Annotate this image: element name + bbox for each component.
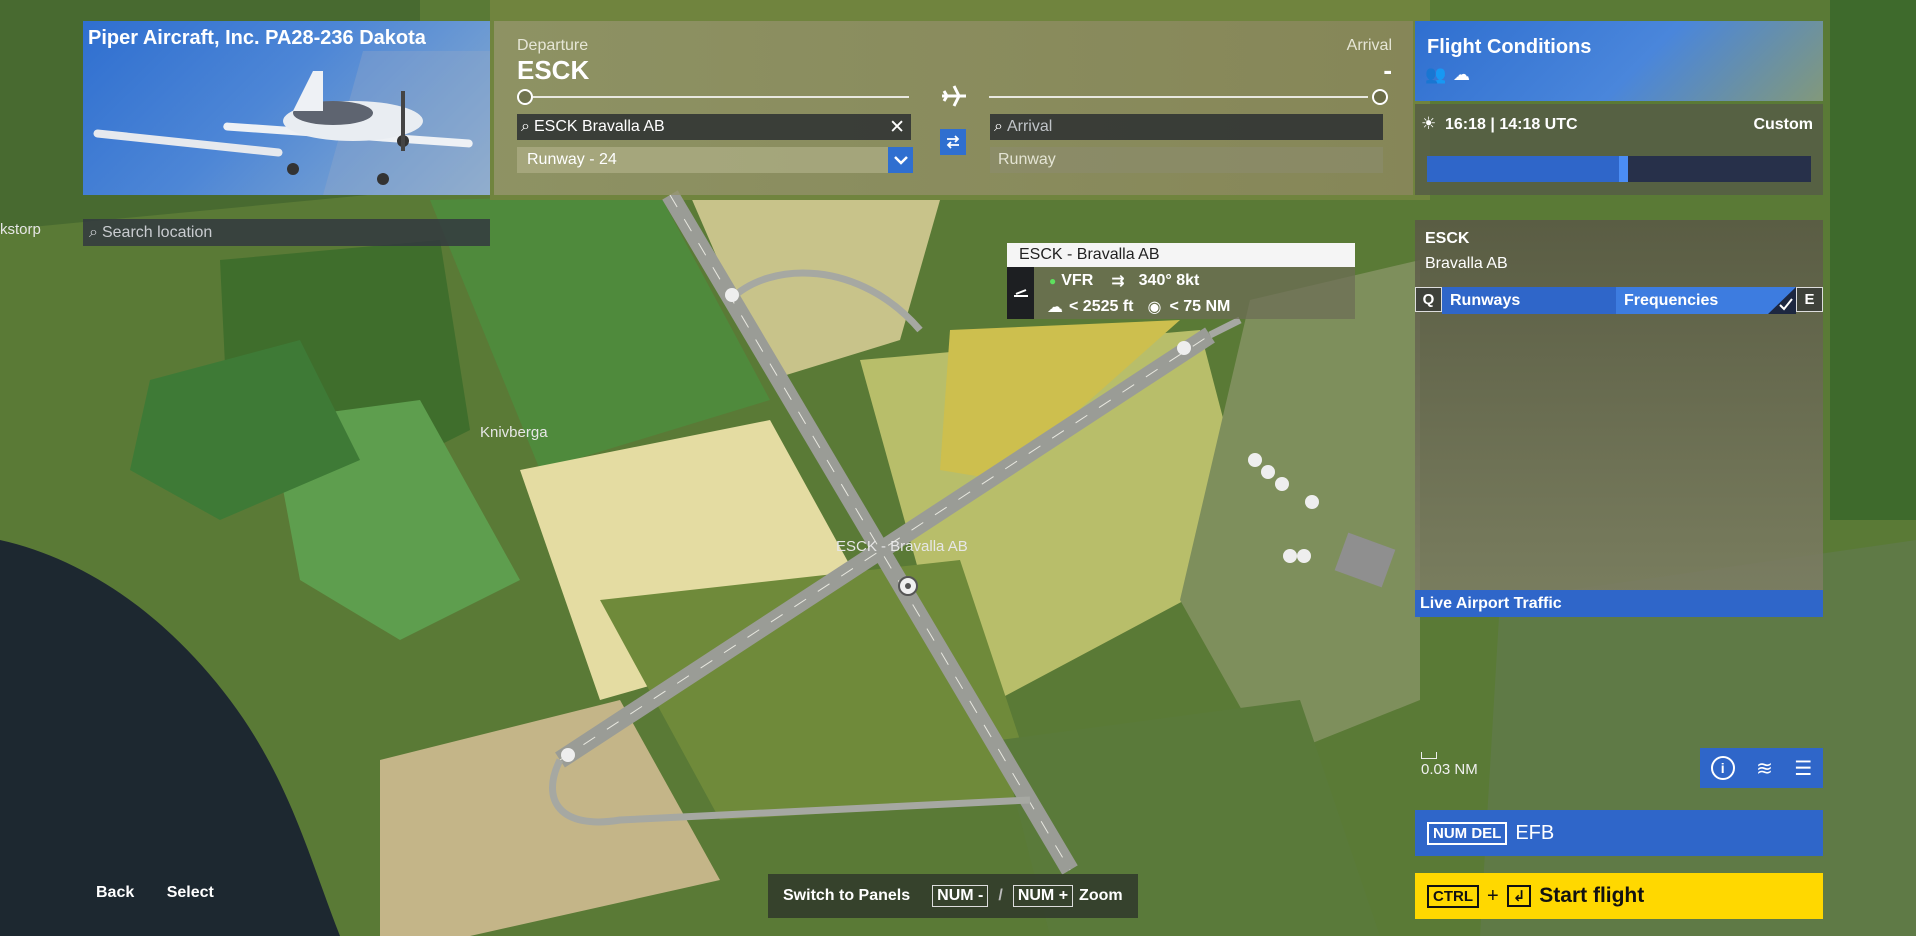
airport-info-panel: ESCK Bravalla AB Q Runways Frequencies E… bbox=[1415, 220, 1823, 617]
time-of-day-fill bbox=[1427, 156, 1619, 182]
flight-conditions-header[interactable]: Flight Conditions 👥 ☁ bbox=[1415, 21, 1823, 101]
tab-frequencies[interactable]: Frequencies bbox=[1616, 287, 1796, 314]
utc-time: 14:18 UTC bbox=[1499, 116, 1578, 133]
aircraft-title: Piper Aircraft, Inc. PA28-236 Dakota bbox=[88, 27, 426, 49]
start-flight-label: Start flight bbox=[1539, 884, 1645, 907]
airport-code: ESCK bbox=[1425, 230, 1470, 247]
num-plus-key[interactable]: NUM + bbox=[1012, 885, 1074, 907]
tab-runways-label: Runways bbox=[1450, 291, 1521, 309]
time-of-day-thumb[interactable] bbox=[1619, 156, 1628, 182]
time-readout: 16:18 | 14:18 UTC bbox=[1445, 116, 1578, 134]
departure-runway-value: Runway - 24 bbox=[527, 151, 617, 168]
flight-rules: VFR bbox=[1061, 272, 1094, 289]
cloud-icon: ☁ bbox=[1453, 65, 1470, 84]
enter-key-icon: ↲ bbox=[1506, 885, 1532, 907]
arrival-runway-placeholder: Runway bbox=[998, 151, 1056, 168]
search-location-placeholder: Search location bbox=[101, 223, 213, 241]
cloud-icon: ☁ bbox=[1047, 299, 1063, 316]
departure-runway-select[interactable]: Runway - 24 bbox=[517, 147, 888, 173]
wind-icon: ⇉ bbox=[1111, 273, 1125, 290]
efb-button[interactable]: NUM DEL EFB bbox=[1415, 810, 1823, 856]
place-label-kstorp: kstorp bbox=[0, 221, 41, 238]
wind-value: 340° 8kt bbox=[1138, 272, 1200, 289]
start-flight-button[interactable]: CTRL + ↲ Start flight bbox=[1415, 873, 1823, 919]
route-panel: Departure ESCK Arrival - ⌕ ESCK Bravalla… bbox=[494, 21, 1413, 195]
tooltip-title: ESCK - Bravalla AB bbox=[1007, 243, 1355, 267]
select-button[interactable]: Select bbox=[167, 884, 214, 901]
time-separator: | bbox=[1490, 116, 1495, 133]
tab-frequencies-label: Frequencies bbox=[1624, 291, 1719, 309]
sun-icon: ☀ bbox=[1421, 114, 1437, 133]
arrival-label: Arrival bbox=[1346, 37, 1392, 54]
arrival-search-field[interactable]: ⌕ Arrival bbox=[990, 114, 1383, 140]
info-icon[interactable]: i bbox=[1710, 756, 1735, 780]
chevron-down-icon[interactable] bbox=[888, 147, 913, 173]
swap-icon bbox=[946, 135, 960, 149]
airport-tooltip[interactable]: ESCK - Bravalla AB ● VFR ⇉ 340° 8kt ☁ < … bbox=[1007, 243, 1355, 319]
tab-prev-key[interactable]: Q bbox=[1415, 287, 1442, 312]
checkmark-icon bbox=[1768, 287, 1796, 314]
layers-icon[interactable]: ≋ bbox=[1756, 756, 1773, 781]
arrival-placeholder: Arrival bbox=[1006, 118, 1053, 135]
local-time: 16:18 bbox=[1445, 116, 1486, 133]
clear-icon[interactable]: ✕ bbox=[889, 116, 905, 139]
map-scale-label: 0.03 NM bbox=[1421, 761, 1478, 778]
airport-name: Bravalla AB bbox=[1425, 255, 1508, 272]
weather-preset[interactable]: Custom bbox=[1753, 116, 1813, 134]
search-icon: ⌕ bbox=[89, 223, 98, 241]
airport-tabs: Q Runways Frequencies E bbox=[1415, 287, 1823, 314]
switch-panels-button[interactable]: Switch to Panels bbox=[783, 887, 910, 905]
vfr-dot-icon: ● bbox=[1049, 274, 1057, 288]
back-button[interactable]: Back bbox=[96, 884, 134, 901]
map-scale: 0.03 NM bbox=[1421, 752, 1478, 778]
swap-route-button[interactable] bbox=[940, 129, 966, 155]
bottom-left-controls: Back Select bbox=[96, 884, 214, 902]
filters-icon[interactable]: ☰ bbox=[1794, 756, 1812, 781]
arrival-knob[interactable] bbox=[1372, 89, 1388, 105]
efb-label: EFB bbox=[1515, 821, 1555, 844]
map-tools: i ≋ ☰ bbox=[1700, 748, 1823, 788]
arrival-line bbox=[989, 96, 1368, 98]
place-label-knivberga: Knivberga bbox=[480, 424, 548, 441]
tab-runways[interactable]: Runways bbox=[1442, 287, 1616, 314]
search-icon: ⌕ bbox=[994, 118, 1003, 135]
flight-conditions-title: Flight Conditions bbox=[1427, 36, 1592, 58]
time-of-day-slider[interactable] bbox=[1427, 156, 1811, 182]
aircraft-image bbox=[93, 51, 490, 195]
departure-search-value: ESCK Bravalla AB bbox=[533, 118, 665, 135]
departure-search-field[interactable]: ⌕ ESCK Bravalla AB ✕ bbox=[517, 114, 911, 140]
visibility-value: < 75 NM bbox=[1169, 298, 1231, 315]
tab-next-key[interactable]: E bbox=[1796, 287, 1823, 312]
efb-key: NUM DEL bbox=[1427, 821, 1508, 845]
search-icon: ⌕ bbox=[521, 118, 530, 135]
runway-icon bbox=[1007, 267, 1034, 319]
plus-sign: + bbox=[1487, 884, 1499, 907]
airplane-icon bbox=[942, 85, 966, 107]
map-airport-label: ESCK - Bravalla AB bbox=[836, 538, 968, 555]
arrival-code: - bbox=[1383, 55, 1392, 85]
zoom-label: Zoom bbox=[1079, 887, 1123, 904]
visibility-icon: ◉ bbox=[1147, 299, 1162, 316]
departure-code: ESCK bbox=[517, 55, 590, 85]
search-location-input[interactable]: ⌕ Search location bbox=[83, 219, 490, 246]
departure-label: Departure bbox=[517, 37, 589, 54]
flight-conditions-body: ☀ 16:18 | 14:18 UTC Custom bbox=[1415, 104, 1823, 195]
multiplayer-icon: 👥 bbox=[1425, 65, 1447, 84]
ceiling-value: < 2525 ft bbox=[1069, 298, 1134, 315]
slash-separator: / bbox=[998, 887, 1003, 904]
live-airport-traffic[interactable]: Live Airport Traffic bbox=[1415, 590, 1823, 617]
aircraft-card[interactable]: Piper Aircraft, Inc. PA28-236 Dakota bbox=[83, 21, 490, 195]
departure-knob[interactable] bbox=[517, 89, 533, 105]
departure-line bbox=[533, 96, 909, 98]
num-minus-key[interactable]: NUM - bbox=[932, 885, 989, 907]
bottom-center-controls: Switch to Panels NUM - / NUM + Zoom bbox=[768, 874, 1138, 918]
ctrl-key: CTRL bbox=[1427, 884, 1479, 908]
arrival-runway-select[interactable]: Runway bbox=[990, 147, 1383, 173]
